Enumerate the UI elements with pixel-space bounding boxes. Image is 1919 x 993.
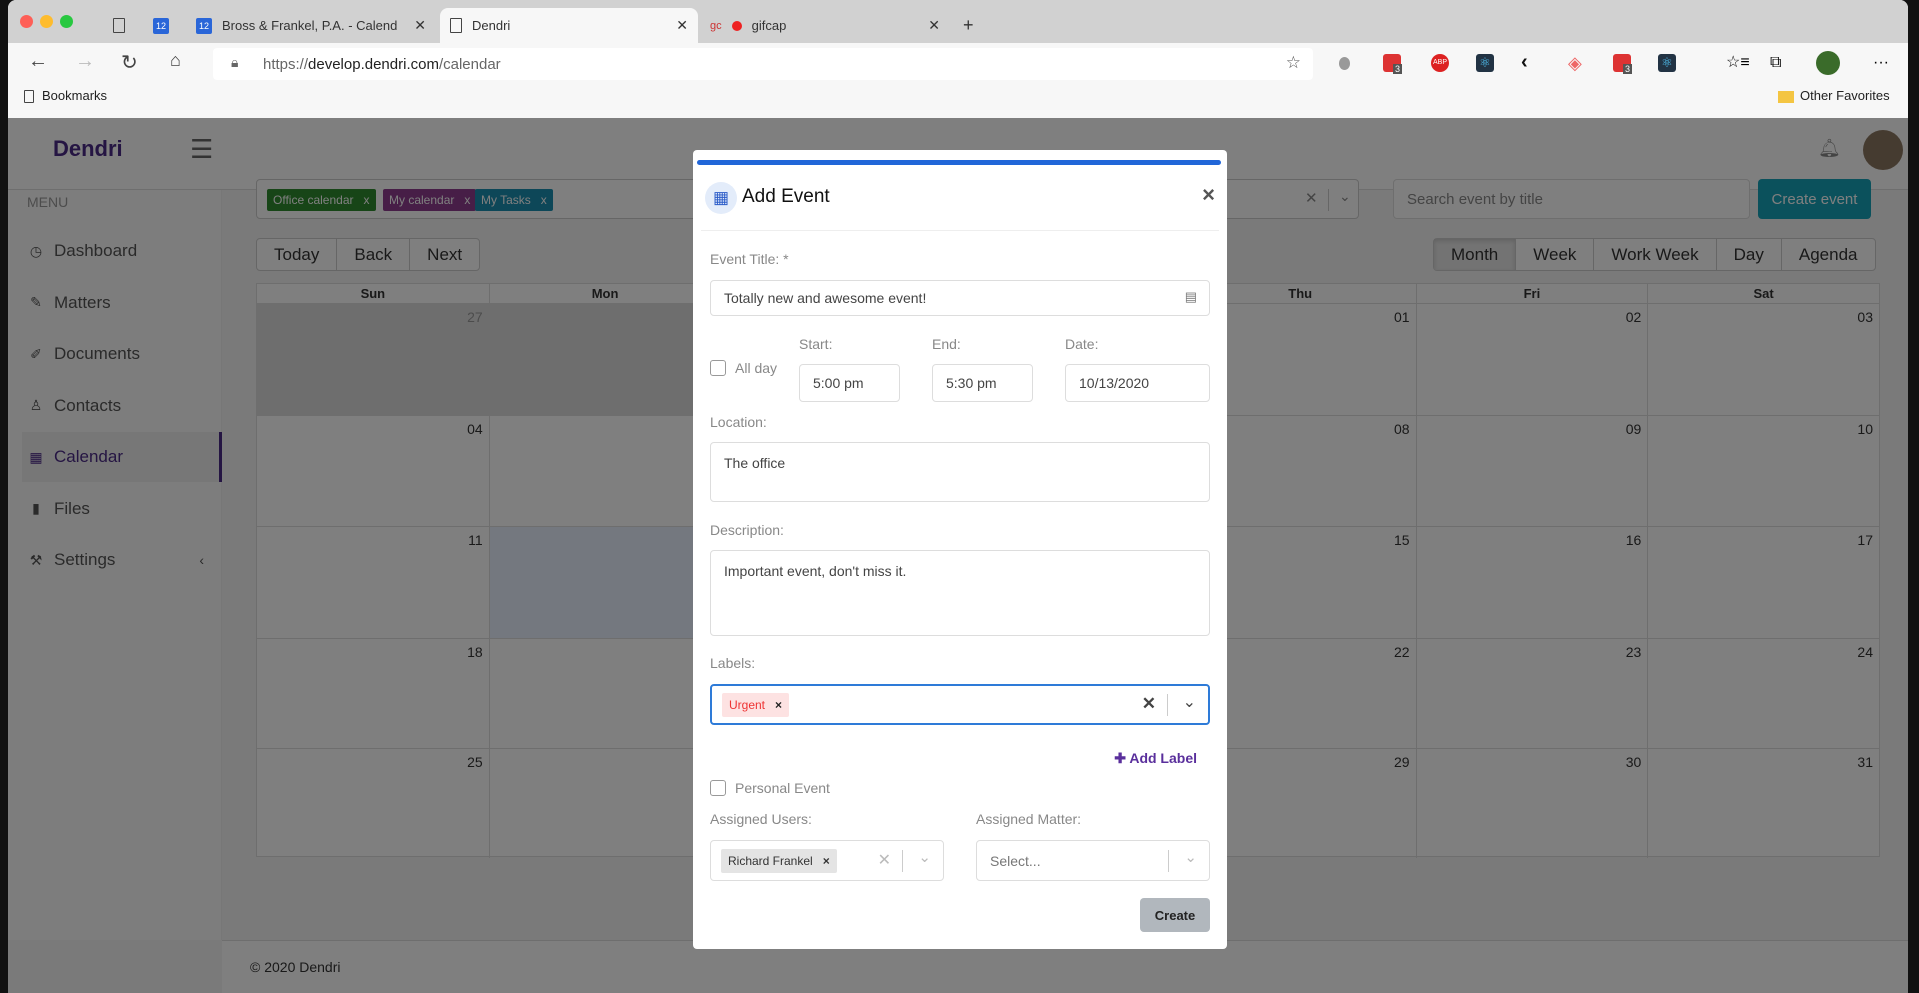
location-textarea[interactable]: The office — [710, 442, 1210, 502]
react-devtools-icon[interactable]: ⚛ — [1476, 54, 1494, 72]
date-label: Date: — [1065, 336, 1099, 352]
calendar-icon: ▦ — [705, 182, 737, 214]
tab-bar: 12 12 Bross & Frankel, P.A. - Calend ✕ Den… — [8, 0, 1908, 43]
plus-icon: ✚ — [1114, 750, 1130, 766]
autofill-icon: ▤ — [1184, 289, 1197, 304]
close-tab-icon[interactable]: ✕ — [676, 17, 688, 34]
recording-icon — [731, 20, 742, 31]
all-day-checkbox[interactable] — [710, 360, 726, 376]
end-time-input[interactable]: 5:30 pm — [932, 364, 1033, 402]
tab-label: Bross & Frankel, P.A. - Calend — [222, 18, 398, 33]
other-favorites-label: Other Favorites — [1800, 88, 1890, 103]
modal-title: Add Event — [742, 186, 830, 207]
new-tab-button[interactable]: + — [953, 8, 984, 43]
personal-event-checkbox[interactable] — [710, 780, 726, 796]
home-icon[interactable]: ⌂ — [170, 50, 181, 71]
url-prefix: https:// — [263, 55, 309, 73]
calendar-icon: 12 — [153, 17, 169, 34]
remove-label-icon[interactable]: × — [775, 698, 782, 712]
start-time-input[interactable]: 5:00 pm — [799, 364, 900, 402]
end-label: End: — [932, 336, 961, 352]
user-tag: Richard Frankel × — [721, 848, 837, 873]
minimize-window-button[interactable] — [40, 15, 53, 28]
forward-icon[interactable]: → — [75, 50, 95, 73]
assigned-users-select[interactable]: Richard Frankel × ✕ ⌄ — [710, 840, 944, 881]
close-window-button[interactable] — [20, 15, 33, 28]
add-label-text: Add Label — [1129, 750, 1197, 766]
clear-users-icon[interactable]: ✕ — [878, 850, 891, 870]
adblock-icon[interactable]: ABP — [1431, 54, 1449, 72]
react-devtools-icon[interactable]: ⚛ — [1658, 54, 1676, 72]
tab-pinned-doc[interactable] — [103, 8, 135, 43]
description-textarea[interactable]: Important event, don't miss it. — [710, 550, 1210, 636]
tab-bross-frankel[interactable]: 12 Bross & Frankel, P.A. - Calend ✕ — [186, 8, 436, 43]
event-title-label: Event Title: * — [710, 251, 789, 267]
labels-label: Labels: — [710, 655, 756, 671]
assigned-users-label: Assigned Users: — [710, 811, 812, 827]
add-event-modal: ▦ Add Event × Event Title: * Totally new… — [693, 150, 1227, 949]
create-button[interactable]: Create — [1140, 898, 1210, 932]
tab-dendri[interactable]: Dendri ✕ — [440, 8, 698, 43]
extension-diamond-icon[interactable]: ◈ — [1568, 54, 1586, 72]
url-host: develop.dendri.com — [308, 55, 439, 73]
assigned-matter-select[interactable]: Select... ⌄ — [976, 840, 1210, 881]
extension-badge: 3 — [1393, 64, 1403, 74]
description-label: Description: — [710, 522, 784, 538]
document-icon — [450, 18, 462, 33]
extension-badge: 3 — [1623, 64, 1633, 74]
all-day-label: All day — [735, 360, 778, 376]
chevron-down-icon[interactable]: ⌄ — [1183, 692, 1196, 712]
chevron-down-icon[interactable]: ⌄ — [918, 848, 931, 866]
url-path: /calendar — [438, 55, 501, 73]
tab-label: gifcap — [751, 18, 787, 33]
matter-placeholder: Select... — [990, 852, 1041, 869]
profile-avatar[interactable] — [1816, 51, 1840, 75]
extension-chevron-icon[interactable]: ‹ — [1521, 52, 1539, 72]
gifcap-icon: gc — [710, 19, 722, 32]
tab-pinned-calendar[interactable]: 12 — [143, 8, 179, 43]
bookmarks-folder[interactable]: Bookmarks — [24, 88, 108, 104]
browser-chrome: 12 12 Bross & Frankel, P.A. - Calend ✕ Den… — [8, 0, 1908, 118]
event-title-value: Totally new and awesome event! — [724, 290, 927, 306]
extension-icon[interactable] — [1339, 57, 1350, 70]
folder-icon — [1778, 90, 1794, 103]
favorites-list-icon[interactable]: ☆≡ — [1726, 54, 1750, 72]
label-tag-text: Urgent — [729, 697, 766, 712]
location-label: Location: — [710, 414, 767, 430]
user-tag-text: Richard Frankel — [728, 853, 813, 868]
personal-event-label: Personal Event — [735, 780, 830, 796]
date-input[interactable]: 10/13/2020 — [1065, 364, 1210, 402]
close-tab-icon[interactable]: ✕ — [414, 17, 426, 34]
extension-lastpass-icon[interactable]: 3 — [1613, 54, 1633, 74]
favorite-star-icon[interactable]: ☆ — [1286, 53, 1301, 73]
event-title-input[interactable]: Totally new and awesome event! ▤ — [710, 280, 1210, 316]
document-icon — [24, 90, 34, 104]
other-favorites-folder[interactable]: Other Favorites — [1778, 88, 1890, 103]
maximize-window-button[interactable] — [60, 15, 73, 28]
tab-label: Dendri — [472, 18, 511, 33]
modal-accent-bar — [697, 160, 1221, 165]
extension-lastpass-icon[interactable]: 3 — [1383, 54, 1403, 74]
document-icon — [113, 18, 125, 33]
chevron-down-icon[interactable]: ⌄ — [1184, 848, 1197, 866]
address-bar[interactable]: 🔒︎ https://develop.dendri.com/calendar ☆ — [213, 48, 1313, 80]
reload-icon[interactable]: ↻ — [121, 50, 138, 75]
labels-select[interactable]: Urgent × ✕ ⌄ — [710, 684, 1210, 725]
close-modal-button[interactable]: × — [1202, 182, 1215, 208]
lock-icon: 🔒︎ — [231, 54, 239, 70]
divider — [701, 230, 1219, 231]
back-icon[interactable]: ← — [28, 50, 48, 73]
tab-gifcap[interactable]: gc gifcap ✕ — [700, 8, 950, 43]
close-tab-icon[interactable]: ✕ — [928, 17, 940, 34]
calendar-icon: 12 — [196, 17, 212, 34]
assigned-matter-label: Assigned Matter: — [976, 811, 1082, 827]
remove-user-icon[interactable]: × — [823, 854, 830, 868]
clear-labels-icon[interactable]: ✕ — [1142, 694, 1156, 714]
add-label-link[interactable]: ✚ Add Label — [1114, 750, 1197, 767]
start-label: Start: — [799, 336, 833, 352]
bookmarks-label: Bookmarks — [42, 88, 108, 103]
more-menu-icon[interactable]: ··· — [1873, 54, 1891, 72]
collections-icon[interactable]: ⧉ — [1770, 54, 1788, 72]
label-tag-urgent: Urgent × — [722, 692, 790, 717]
